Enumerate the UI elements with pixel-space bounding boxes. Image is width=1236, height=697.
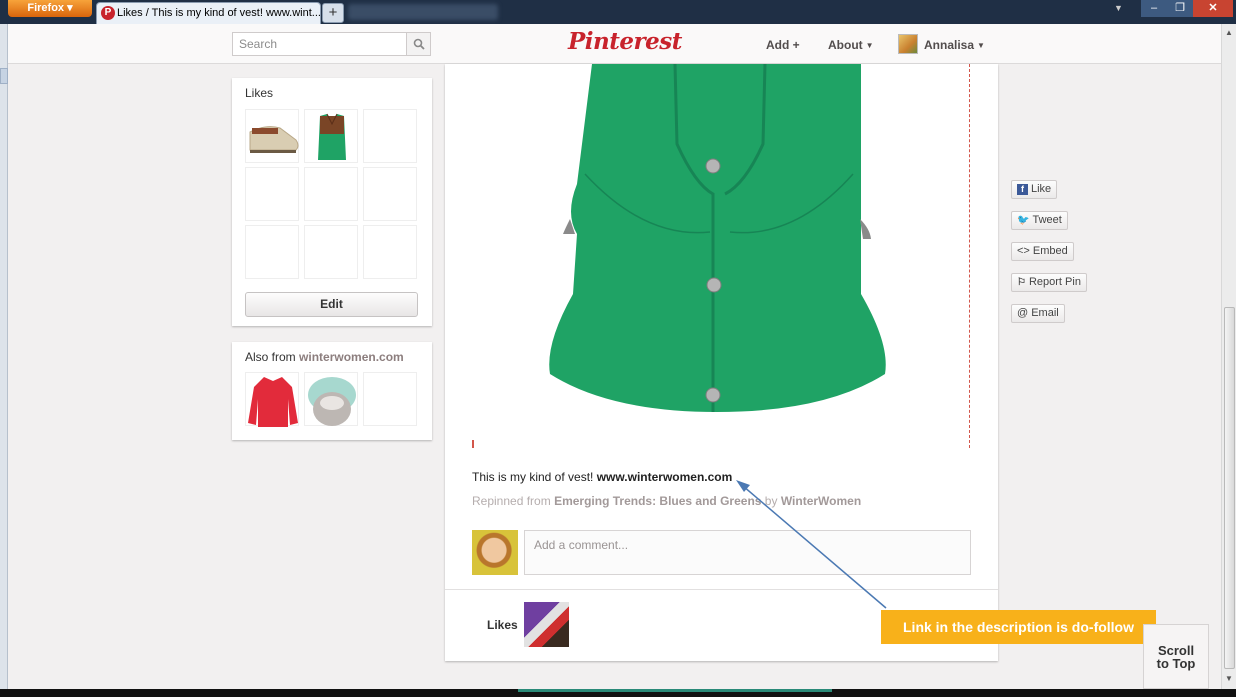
search-icon: [413, 38, 425, 50]
taskbar-highlight: [518, 689, 832, 692]
vertical-scrollbar[interactable]: ▲ ▼: [1221, 24, 1236, 689]
blurred-tab[interactable]: [348, 4, 498, 20]
empty-thumbnail-slot: [304, 225, 358, 279]
also-from-source-link[interactable]: winterwomen.com: [299, 350, 404, 364]
liker-avatar[interactable]: [524, 602, 569, 647]
browser-titlebar: Firefox ▾ P Likes / This is my kind of v…: [0, 0, 1236, 24]
taskbar-strip: [0, 689, 1236, 697]
also-from-prefix: Also from: [245, 350, 296, 364]
edit-likes-button[interactable]: Edit: [245, 292, 418, 317]
facebook-like-button[interactable]: f Like: [1011, 180, 1058, 199]
grey-hat-image: [308, 377, 356, 426]
likes-box: Likes Edit: [232, 78, 432, 326]
liked-pin-thumbnail[interactable]: [245, 109, 299, 163]
report-pin-label: Report Pin: [1028, 276, 1081, 288]
tweet-label: Tweet: [1032, 214, 1062, 226]
empty-thumbnail-slot: [304, 167, 358, 221]
red-jacket-image: [248, 377, 298, 427]
scroll-down-arrow-icon[interactable]: ▼: [1225, 674, 1233, 683]
empty-thumbnail-slot: [245, 225, 299, 279]
tab-title: Likes / This is my kind of vest! www.win…: [117, 7, 321, 19]
scroll-up-arrow-icon[interactable]: ▲: [1225, 28, 1233, 37]
minimize-button[interactable]: –: [1141, 0, 1167, 17]
boot-image: [249, 126, 299, 153]
nav-about-menu[interactable]: About ▼: [828, 38, 874, 52]
likes-box-title: Likes: [245, 86, 274, 100]
pin-description-link[interactable]: www.winterwomen.com: [597, 470, 733, 484]
annotation-callout: Link in the description is do-follow: [881, 610, 1156, 644]
vest-thumbnail-image: [318, 113, 346, 160]
facebook-icon: f: [1017, 184, 1028, 195]
nav-about-label: About: [828, 38, 863, 52]
gutter-handle[interactable]: [0, 68, 8, 84]
repin-board-link[interactable]: Emerging Trends: Blues and Greens: [554, 494, 761, 508]
vest-image[interactable]: [445, 64, 998, 414]
user-name: Annalisa: [924, 38, 975, 52]
report-pin-button[interactable]: ⚐ Report Pin: [1011, 273, 1087, 292]
empty-thumbnail-slot: [363, 372, 417, 426]
empty-thumbnail-slot: [363, 225, 417, 279]
pin-description-text: This is my kind of vest!: [472, 470, 594, 484]
page-viewport: Search Pinterest Add + About ▼ Annalisa ▼ …: [8, 24, 1221, 689]
tab-list-dropdown-icon[interactable]: ▼: [1114, 3, 1123, 13]
dashed-border-left: [472, 440, 474, 448]
comment-input[interactable]: Add a comment...: [524, 530, 971, 575]
site-header: Search Pinterest Add + About ▼ Annalisa ▼: [8, 24, 1221, 64]
scrollbar-thumb[interactable]: [1224, 307, 1235, 669]
divider: [445, 589, 998, 590]
flag-icon: ⚐: [1017, 277, 1026, 288]
also-from-title: Also from winterwomen.com: [245, 350, 404, 364]
caret-down-icon: ▼: [977, 41, 985, 50]
nav-user-menu[interactable]: Annalisa ▼: [924, 38, 985, 52]
pinterest-favicon-icon: P: [101, 6, 115, 20]
pinterest-logo[interactable]: Pinterest: [568, 28, 682, 55]
empty-thumbnail-slot: [363, 109, 417, 163]
facebook-like-label: Like: [1031, 183, 1052, 195]
empty-thumbnail-slot: [245, 167, 299, 221]
new-tab-button[interactable]: +: [322, 3, 344, 23]
nav-add-menu[interactable]: Add +: [766, 38, 800, 52]
search-button[interactable]: [406, 32, 431, 56]
firefox-menu-button[interactable]: Firefox ▾: [8, 0, 92, 17]
scroll-top-line2: to Top: [1156, 656, 1196, 671]
also-from-box: Also from winterwomen.com: [232, 342, 432, 440]
maximize-button[interactable]: ❐: [1167, 0, 1193, 17]
related-pin-thumbnail[interactable]: [304, 372, 358, 426]
email-button[interactable]: @ Email: [1011, 304, 1065, 323]
repin-user-link[interactable]: WinterWomen: [781, 494, 861, 508]
pin-detail-card: This is my kind of vest! www.winterwomen…: [445, 64, 998, 661]
tweet-button[interactable]: 🐦 Tweet: [1011, 211, 1068, 230]
related-pin-thumbnail[interactable]: [245, 372, 299, 427]
likes-label: Likes: [487, 618, 518, 632]
commenter-avatar[interactable]: [472, 530, 518, 575]
liked-pin-thumbnail[interactable]: [304, 109, 358, 163]
plus-icon: +: [792, 38, 800, 52]
repin-by: by: [764, 494, 778, 508]
pin-description: This is my kind of vest! www.winterwomen…: [472, 470, 732, 484]
dashed-border-right: [969, 64, 970, 448]
browser-tab-active[interactable]: P Likes / This is my kind of vest! www.w…: [96, 2, 321, 24]
user-avatar[interactable]: [898, 34, 918, 54]
repin-attribution: Repinned from Emerging Trends: Blues and…: [472, 494, 861, 508]
repin-prefix: Repinned from: [472, 494, 551, 508]
firefox-menu-label: Firefox: [27, 2, 65, 14]
empty-thumbnail-slot: [363, 167, 417, 221]
nav-add-label: Add: [766, 38, 790, 52]
scroll-to-top-button[interactable]: Scroll to Top: [1143, 624, 1209, 689]
close-window-button[interactable]: ✕: [1193, 0, 1233, 17]
embed-button[interactable]: <> Embed: [1011, 242, 1074, 261]
caret-down-icon: ▼: [865, 41, 874, 50]
twitter-bird-icon: 🐦: [1017, 215, 1030, 226]
search-input[interactable]: Search: [232, 32, 407, 56]
sidebar-gutter: [0, 24, 8, 689]
